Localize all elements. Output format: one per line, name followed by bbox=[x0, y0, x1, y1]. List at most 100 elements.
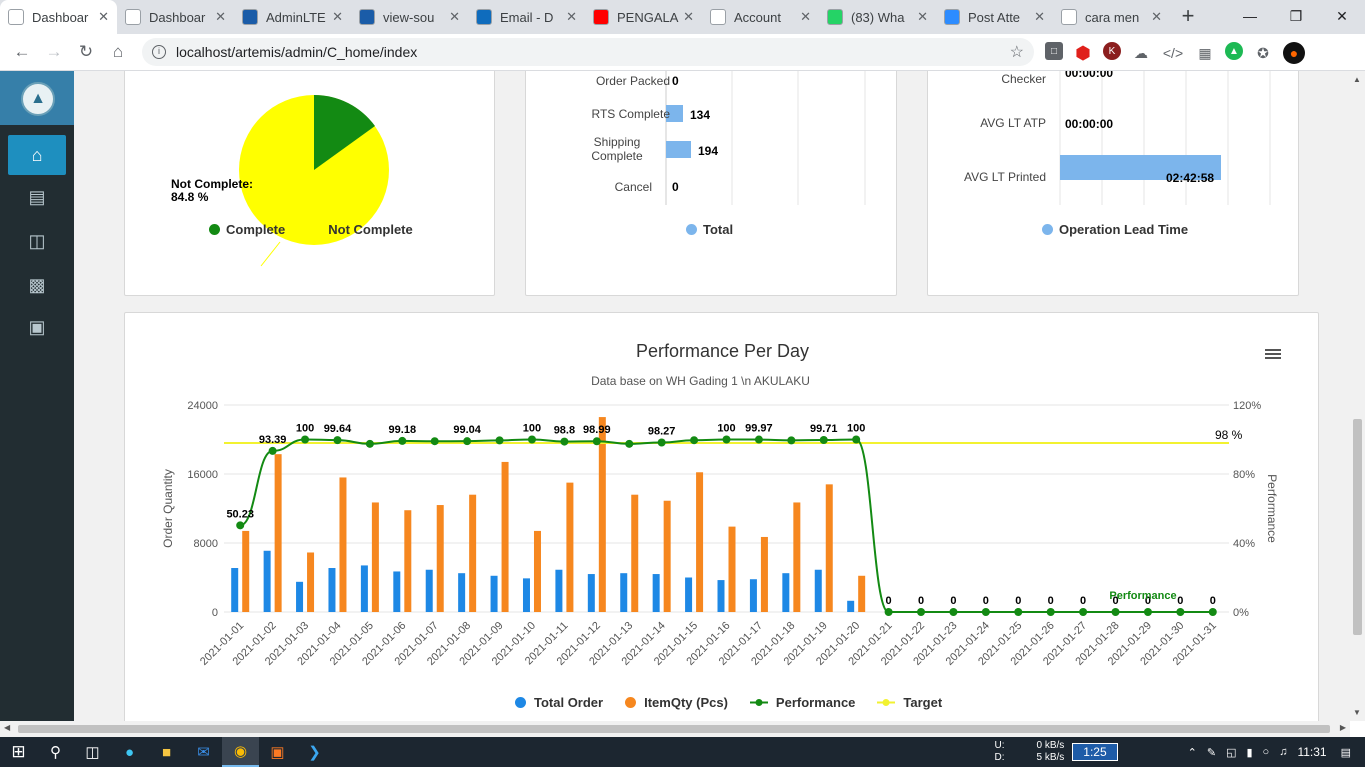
performance-point[interactable] bbox=[819, 436, 828, 445]
code-extension-icon[interactable]: </> bbox=[1161, 42, 1185, 64]
performance-point[interactable] bbox=[981, 608, 990, 616]
legend-target[interactable]: Target bbox=[903, 695, 942, 710]
browser-tab[interactable]: PENGALA ✕ bbox=[585, 0, 702, 34]
close-tab-icon[interactable]: ✕ bbox=[98, 9, 109, 25]
bar-total-order[interactable] bbox=[522, 578, 530, 612]
extension-icon[interactable]: □ bbox=[1045, 42, 1063, 60]
bar-itemqty[interactable] bbox=[371, 502, 379, 612]
performance-point[interactable] bbox=[657, 438, 666, 447]
bar-itemqty[interactable] bbox=[728, 526, 736, 612]
new-tab-button[interactable]: + bbox=[1170, 0, 1206, 34]
browser-tab[interactable]: Dashboar ✕ bbox=[0, 0, 117, 34]
tray-wifi-icon[interactable]: ○ bbox=[1263, 746, 1270, 758]
performance-point[interactable] bbox=[495, 436, 504, 445]
puzzle-icon[interactable]: ✪ bbox=[1251, 42, 1275, 64]
profile-avatar[interactable]: ● bbox=[1283, 42, 1305, 64]
performance-point[interactable] bbox=[852, 435, 861, 444]
bar-total-order[interactable] bbox=[555, 569, 563, 612]
image-extension-icon[interactable]: ▦ bbox=[1193, 42, 1217, 64]
close-tab-icon[interactable]: ✕ bbox=[215, 9, 226, 25]
bar-itemqty[interactable] bbox=[663, 500, 671, 612]
close-tab-icon[interactable]: ✕ bbox=[1034, 9, 1045, 25]
close-tab-icon[interactable]: ✕ bbox=[332, 9, 343, 25]
bar-itemqty[interactable] bbox=[858, 575, 866, 612]
bar-itemqty[interactable] bbox=[533, 530, 541, 612]
bar-total-order[interactable] bbox=[814, 569, 822, 612]
browser-tab[interactable]: (83) Wha ✕ bbox=[819, 0, 936, 34]
bar-total-order[interactable] bbox=[296, 581, 304, 612]
bar-itemqty[interactable] bbox=[631, 494, 639, 612]
performance-point[interactable] bbox=[787, 436, 796, 445]
sidebar-item-cart[interactable]: ◫ bbox=[8, 221, 66, 261]
bar-itemqty[interactable] bbox=[242, 530, 250, 612]
legend-itemqty[interactable]: ItemQty (Pcs) bbox=[644, 695, 728, 710]
performance-point[interactable] bbox=[1208, 608, 1217, 616]
back-icon[interactable]: ← bbox=[6, 42, 38, 62]
close-tab-icon[interactable]: ✕ bbox=[566, 9, 577, 25]
tray-network-icon[interactable]: ◱ bbox=[1226, 746, 1236, 759]
performance-point[interactable] bbox=[690, 436, 699, 445]
bar-total-order[interactable] bbox=[458, 573, 466, 612]
legend-total[interactable]: Total bbox=[703, 222, 733, 237]
cloud-extension-icon[interactable]: ☁ bbox=[1129, 42, 1153, 64]
bar-itemqty[interactable] bbox=[436, 505, 444, 612]
bar-total-order[interactable] bbox=[393, 571, 401, 612]
bar-total-order[interactable] bbox=[620, 573, 628, 612]
info-icon[interactable]: i bbox=[152, 45, 166, 59]
performance-point[interactable] bbox=[430, 437, 439, 446]
scroll-left-icon[interactable]: ◀ bbox=[4, 723, 10, 732]
legend-complete[interactable]: Complete bbox=[226, 222, 285, 237]
legend-lead-time[interactable]: Operation Lead Time bbox=[1059, 222, 1188, 237]
bar-total-order[interactable] bbox=[231, 568, 239, 612]
browser-tab[interactable]: Dashboar ✕ bbox=[117, 0, 234, 34]
legend-performance[interactable]: Performance bbox=[776, 695, 855, 710]
tray-pen-icon[interactable]: ✎ bbox=[1207, 746, 1216, 759]
bar-total-order[interactable] bbox=[847, 600, 855, 612]
edge-icon[interactable]: ● bbox=[111, 737, 148, 767]
horizontal-scroll-thumb[interactable] bbox=[18, 725, 1330, 733]
url-input[interactable]: i localhost/artemis/admin/C_home/index ☆ bbox=[142, 38, 1034, 66]
close-tab-icon[interactable]: ✕ bbox=[917, 9, 928, 25]
chrome-icon[interactable]: ◉ bbox=[222, 737, 259, 767]
legend-total-order[interactable]: Total Order bbox=[534, 695, 603, 710]
mail-icon[interactable]: ✉ bbox=[185, 737, 222, 767]
task-view-icon[interactable]: ◫ bbox=[74, 737, 111, 767]
performance-point[interactable] bbox=[301, 435, 310, 444]
forward-icon[interactable]: → bbox=[38, 42, 70, 62]
tray-chevron-icon[interactable]: ⌃ bbox=[1188, 746, 1197, 759]
performance-point[interactable] bbox=[268, 446, 277, 455]
performance-point[interactable] bbox=[1014, 608, 1023, 616]
performance-point[interactable] bbox=[1176, 608, 1185, 616]
bar-itemqty[interactable] bbox=[598, 417, 606, 612]
windows-start-icon[interactable]: ⊞ bbox=[0, 737, 37, 767]
bar-itemqty[interactable] bbox=[469, 494, 477, 612]
tray-clock[interactable]: 11:31 bbox=[1297, 745, 1326, 759]
bar-total-order[interactable] bbox=[685, 577, 693, 613]
tray-battery-icon[interactable]: ▮ bbox=[1246, 746, 1252, 759]
performance-point[interactable] bbox=[1111, 608, 1120, 616]
xampp-icon[interactable]: ▣ bbox=[259, 737, 296, 767]
browser-tab[interactable]: Post Atte ✕ bbox=[936, 0, 1053, 34]
bar-total-order[interactable] bbox=[652, 574, 660, 612]
bar-itemqty[interactable] bbox=[760, 536, 768, 612]
timer-badge[interactable]: 1:25 bbox=[1072, 743, 1118, 761]
performance-point[interactable] bbox=[236, 521, 245, 530]
performance-point[interactable] bbox=[754, 435, 763, 444]
bar-total-order[interactable] bbox=[587, 574, 595, 612]
browser-tab[interactable]: cara men ✕ bbox=[1053, 0, 1170, 34]
sidebar-item-report[interactable]: ▣ bbox=[8, 307, 66, 347]
close-tab-icon[interactable]: ✕ bbox=[449, 9, 460, 25]
bar-total-order[interactable] bbox=[782, 573, 790, 612]
bar-itemqty[interactable] bbox=[696, 472, 704, 612]
performance-point[interactable] bbox=[333, 436, 342, 445]
legend-not-complete[interactable]: Not Complete bbox=[328, 222, 413, 237]
performance-line[interactable] bbox=[239, 438, 1213, 613]
search-icon[interactable]: ⚲ bbox=[37, 737, 74, 767]
performance-point[interactable] bbox=[560, 437, 569, 446]
scroll-right-icon[interactable]: ▶ bbox=[1340, 723, 1346, 732]
scroll-down-icon[interactable]: ▼ bbox=[1353, 708, 1361, 717]
sidebar-item-home[interactable]: ⌂ bbox=[8, 135, 66, 175]
close-tab-icon[interactable]: ✕ bbox=[683, 9, 694, 25]
performance-point[interactable] bbox=[463, 437, 472, 446]
bookmark-star-icon[interactable]: ☆ bbox=[1010, 42, 1024, 62]
